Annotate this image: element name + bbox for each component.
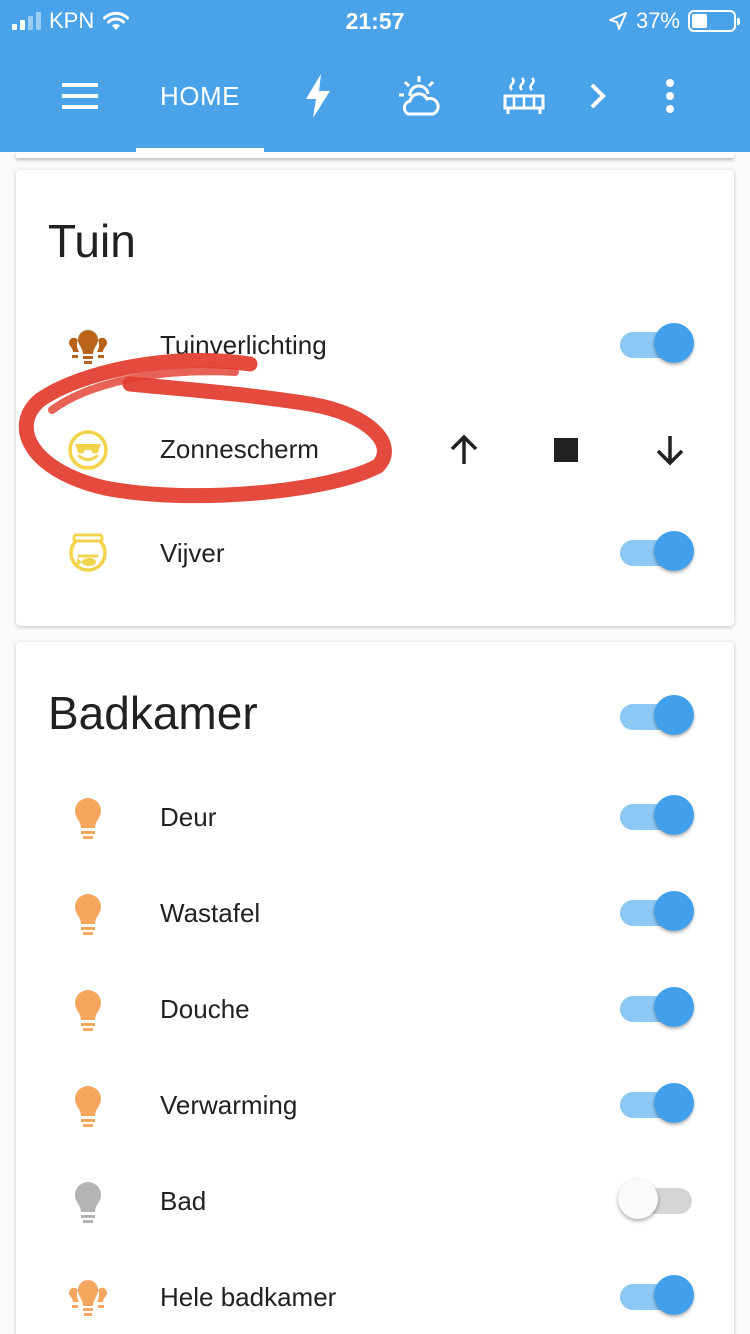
lightbulb-icon (64, 796, 112, 840)
entity-label: Wastafel (160, 898, 261, 928)
entity-row-verwarming[interactable]: Verwarming (16, 1070, 734, 1142)
toggle-switch[interactable] (618, 1176, 692, 1226)
card-title: Badkamer (48, 687, 258, 739)
toggle-switch[interactable] (620, 888, 694, 938)
entity-label: Verwarming (160, 1090, 298, 1120)
entity-row-hele-badkamer[interactable]: Hele badkamer (16, 1262, 734, 1334)
lightbulb-icon (64, 1180, 112, 1224)
toggle-switch[interactable] (620, 984, 694, 1034)
entity-row-wastafel[interactable]: Wastafel (16, 878, 734, 950)
entity-label: Deur (160, 802, 217, 832)
header-toggle-switch[interactable] (620, 692, 694, 742)
entity-label: Bad (160, 1186, 207, 1216)
entity-row-deur[interactable]: Deur (16, 782, 734, 854)
toggle-switch[interactable] (620, 792, 694, 842)
lightbulb-icon (64, 988, 112, 1032)
lightbulb-group-icon (64, 1276, 112, 1320)
lightbulb-icon (64, 1084, 112, 1128)
lightbulb-icon (64, 892, 112, 936)
toggle-switch[interactable] (620, 1080, 694, 1130)
card-badkamer: Badkamer Deur Wastafel Douche Verwarming (16, 642, 734, 1334)
entity-label: Hele badkamer (160, 1282, 337, 1312)
toggle-switch[interactable] (620, 1272, 694, 1322)
entity-row-douche[interactable]: Douche (16, 974, 734, 1046)
entity-row-bad[interactable]: Bad (16, 1166, 734, 1238)
entity-label: Douche (160, 994, 250, 1024)
